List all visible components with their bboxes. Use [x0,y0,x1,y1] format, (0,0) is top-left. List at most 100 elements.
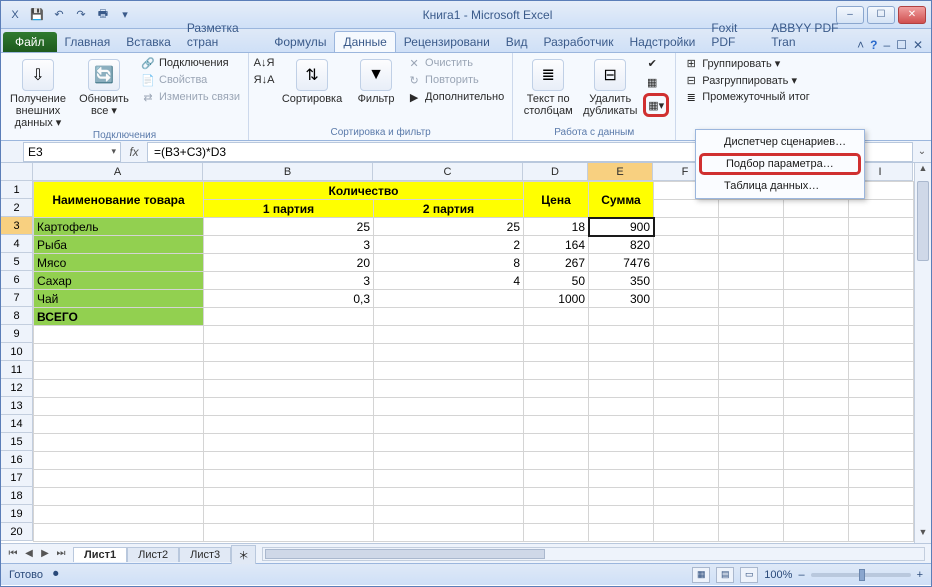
cell-E5[interactable]: 7476 [589,254,654,272]
sheet-nav-next-icon[interactable]: ▶ [37,548,53,559]
formula-expand-icon[interactable]: ⌄ [913,146,931,157]
cell-I8[interactable] [849,308,914,326]
row-14[interactable]: 14 [1,415,33,433]
cell-H8[interactable] [784,308,849,326]
cell-G2[interactable] [719,200,784,218]
cell-B7[interactable]: 0,3 [204,290,374,308]
cell-B1[interactable]: Количество [204,182,524,200]
cell-I6[interactable] [849,272,914,290]
name-box-dropdown-icon[interactable]: ▾ [111,146,116,157]
col-B[interactable]: B [203,163,373,181]
cell-F8[interactable] [654,308,719,326]
tab-developer[interactable]: Разработчик [536,32,622,52]
sort-asc-button[interactable]: А↓Я [255,55,273,71]
cell-D7[interactable]: 1000 [524,290,589,308]
cell-B3[interactable]: 25 [204,218,374,236]
cell-A4[interactable]: Рыба [34,236,204,254]
connections-button[interactable]: 🔗Подключения [139,55,242,71]
cell-B6[interactable]: 3 [204,272,374,290]
cell-E3[interactable]: 900 [589,218,654,236]
cell-I2[interactable] [849,200,914,218]
cell-A15[interactable] [34,434,204,452]
scroll-thumb[interactable] [917,181,929,261]
text-to-columns-button[interactable]: ≣ Текст по столбцам [519,55,577,117]
tab-foxit[interactable]: Foxit PDF [703,18,763,52]
cell-D6[interactable]: 50 [524,272,589,290]
cell-E7[interactable]: 300 [589,290,654,308]
macro-record-icon[interactable]: ⏺ [53,568,59,581]
zoom-in-button[interactable]: + [917,569,923,581]
cell-F6[interactable] [654,272,719,290]
cell-H3[interactable] [784,218,849,236]
cell-A8[interactable]: ВСЕГО [34,308,204,326]
cell-C6[interactable]: 4 [374,272,524,290]
sheet-nav-last-icon[interactable]: ⏭ [53,548,69,559]
advanced-filter-button[interactable]: ▶Дополнительно [405,89,506,105]
cell-G3[interactable] [719,218,784,236]
subtotal-button[interactable]: ≣Промежуточный итог [682,89,812,105]
row-6[interactable]: 6 [1,271,33,289]
row-10[interactable]: 10 [1,343,33,361]
workbook-restore-icon[interactable]: ☐ [896,38,907,52]
zoom-slider[interactable] [811,573,911,577]
print-preview-icon[interactable]: 🖶 [93,5,113,25]
cell-A12[interactable] [34,380,204,398]
cell-H4[interactable] [784,236,849,254]
zoom-level[interactable]: 100% [764,569,792,581]
undo-icon[interactable]: ↶ [49,5,69,25]
cell-D8[interactable] [524,308,589,326]
row-1[interactable]: 1 [1,181,33,199]
cell-G5[interactable] [719,254,784,272]
workbook-close-icon[interactable]: ✕ [913,38,923,52]
row-11[interactable]: 11 [1,361,33,379]
cell-I7[interactable] [849,290,914,308]
ungroup-button[interactable]: ⊟Разгруппировать ▾ [682,72,812,88]
cell-I5[interactable] [849,254,914,272]
horizontal-scrollbar[interactable] [262,547,925,561]
scenario-manager-item[interactable]: Диспетчер сценариев… [696,132,864,152]
tab-file[interactable]: Файл [3,32,57,52]
cell-C4[interactable]: 2 [374,236,524,254]
row-7[interactable]: 7 [1,289,33,307]
cell-F4[interactable] [654,236,719,254]
cell-A18[interactable] [34,488,204,506]
remove-duplicates-button[interactable]: ⊟ Удалить дубликаты [581,55,639,117]
cell-C8[interactable] [374,308,524,326]
cells-table[interactable]: Наименование товара Количество Цена Сумм… [33,181,914,542]
zoom-slider-thumb[interactable] [859,569,865,581]
minimize-ribbon-icon[interactable]: ˄ [857,38,864,52]
row-13[interactable]: 13 [1,397,33,415]
cell-C5[interactable]: 8 [374,254,524,272]
cell-G8[interactable] [719,308,784,326]
hscroll-thumb[interactable] [265,549,545,559]
cell-H5[interactable] [784,254,849,272]
cell-H6[interactable] [784,272,849,290]
cell-B4[interactable]: 3 [204,236,374,254]
cell-A5[interactable]: Мясо [34,254,204,272]
cell-G4[interactable] [719,236,784,254]
col-A[interactable]: A [33,163,203,181]
what-if-analysis-button[interactable]: ▦▾ [647,97,665,113]
sheet-nav-first-icon[interactable]: ⏮ [5,548,21,559]
view-page-break-icon[interactable]: ▭ [740,567,758,583]
new-sheet-button[interactable]: ＊ [231,545,256,564]
row-5[interactable]: 5 [1,253,33,271]
select-all-corner[interactable] [1,163,33,181]
row-2[interactable]: 2 [1,199,33,217]
scroll-down-icon[interactable]: ▼ [915,527,931,543]
tab-addins[interactable]: Надстройки [622,32,704,52]
cell-C7[interactable] [374,290,524,308]
goal-seek-item[interactable]: Подбор параметра… [699,153,861,175]
cell-D5[interactable]: 267 [524,254,589,272]
cell-F2[interactable] [654,200,719,218]
zoom-out-button[interactable]: – [798,569,804,581]
consolidate-button[interactable]: ▦ [643,74,669,90]
cell-D1[interactable]: Цена [524,182,589,218]
row-19[interactable]: 19 [1,505,33,523]
cell-C3[interactable]: 25 [374,218,524,236]
cell-A19[interactable] [34,506,204,524]
cell-A11[interactable] [34,362,204,380]
cell-G6[interactable] [719,272,784,290]
row-20[interactable]: 20 [1,523,33,541]
row-17[interactable]: 17 [1,469,33,487]
